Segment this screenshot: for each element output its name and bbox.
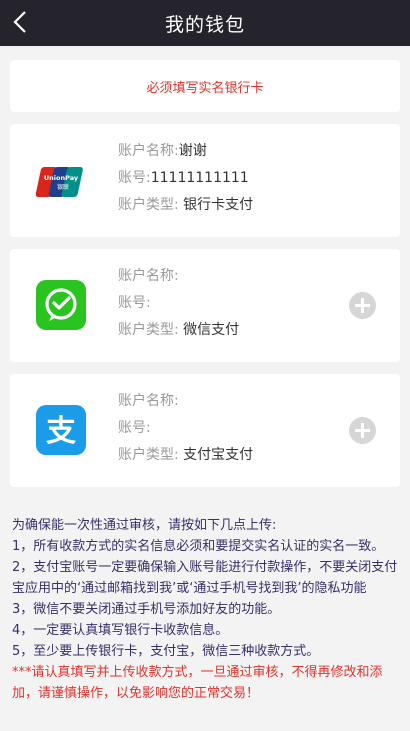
account-name-value: 谢谢 bbox=[178, 143, 207, 159]
account-info: 账户名称: 账号: 账户类型: 支付宝支付 bbox=[118, 388, 253, 469]
instruction-line: 2，支付宝账号一定要确保输入账号能进行付款操作，不要关闭支付宝应用中的‘通过邮箱… bbox=[12, 560, 398, 596]
svg-text:支: 支 bbox=[46, 414, 76, 449]
account-type-value: 银行卡支付 bbox=[178, 197, 254, 213]
wechat-icon bbox=[36, 280, 86, 330]
realname-notice: 必须填写实名银行卡 bbox=[10, 60, 400, 112]
plus-circle-icon[interactable] bbox=[349, 417, 376, 444]
account-name-row: 账户名称: bbox=[118, 268, 179, 284]
account-type-row: 账户类型: 微信支付 bbox=[118, 322, 240, 338]
chevron-left-icon[interactable] bbox=[10, 9, 32, 35]
page-title: 我的钱包 bbox=[164, 13, 245, 36]
plus-circle-icon[interactable] bbox=[349, 292, 376, 319]
alipay-icon: 支 bbox=[36, 405, 86, 455]
unionpay-logo: UnionPay 银联 bbox=[36, 167, 83, 197]
account-card-bank[interactable]: UnionPay 银联 账户名称:谢谢 账号:11111111111 账户类型:… bbox=[10, 124, 400, 237]
instruction-line: 5，至少要上传银行卡，支付宝，微信三种收款方式。 bbox=[12, 644, 320, 659]
account-type-row: 账户类型: 支付宝支付 bbox=[118, 447, 254, 463]
upload-instructions: 为确保能一次性通过审核，请按如下几点上传: 1，所有收款方式的实名信息必须和要提… bbox=[0, 515, 410, 704]
account-type-row: 账户类型: 银行卡支付 bbox=[118, 197, 254, 213]
account-name-row: 账户名称: bbox=[118, 393, 179, 409]
account-card-alipay[interactable]: 支 账户名称: 账号: 账户类型: 支付宝支付 bbox=[10, 374, 400, 487]
account-info: 账户名称:谢谢 账号:11111111111 账户类型: 银行卡支付 bbox=[118, 138, 253, 219]
account-name-row: 账户名称:谢谢 bbox=[118, 143, 207, 159]
svg-text:银联: 银联 bbox=[57, 183, 69, 191]
instruction-line: 1，所有收款方式的实名信息必须和要提交实名认证的实名一致。 bbox=[12, 539, 385, 554]
instruction-line: 3，微信不要关闭通过手机号添加好友的功能。 bbox=[12, 602, 281, 617]
account-card-wechat[interactable]: 账户名称: 账号: 账户类型: 微信支付 bbox=[10, 249, 400, 362]
warning-line: ***请认真填写并上传收款方式，一旦通过审核，不得再修改和添加，请谨慎操作，以免… bbox=[12, 665, 383, 701]
account-number-value: 11111111111 bbox=[150, 170, 249, 186]
account-type-value: 支付宝支付 bbox=[178, 447, 254, 463]
instruction-line: 4，一定要认真填写银行卡收款信息。 bbox=[12, 623, 229, 638]
svg-text:UnionPay: UnionPay bbox=[44, 174, 79, 182]
account-info: 账户名称: 账号: 账户类型: 微信支付 bbox=[118, 263, 239, 344]
top-bar: 我的钱包 bbox=[0, 0, 410, 46]
account-number-row: 账号:11111111111 bbox=[118, 170, 249, 186]
instruction-line: 为确保能一次性通过审核，请按如下几点上传: bbox=[12, 518, 277, 533]
account-number-row: 账号: bbox=[118, 295, 151, 311]
account-number-row: 账号: bbox=[118, 420, 151, 436]
account-type-value: 微信支付 bbox=[178, 322, 240, 338]
